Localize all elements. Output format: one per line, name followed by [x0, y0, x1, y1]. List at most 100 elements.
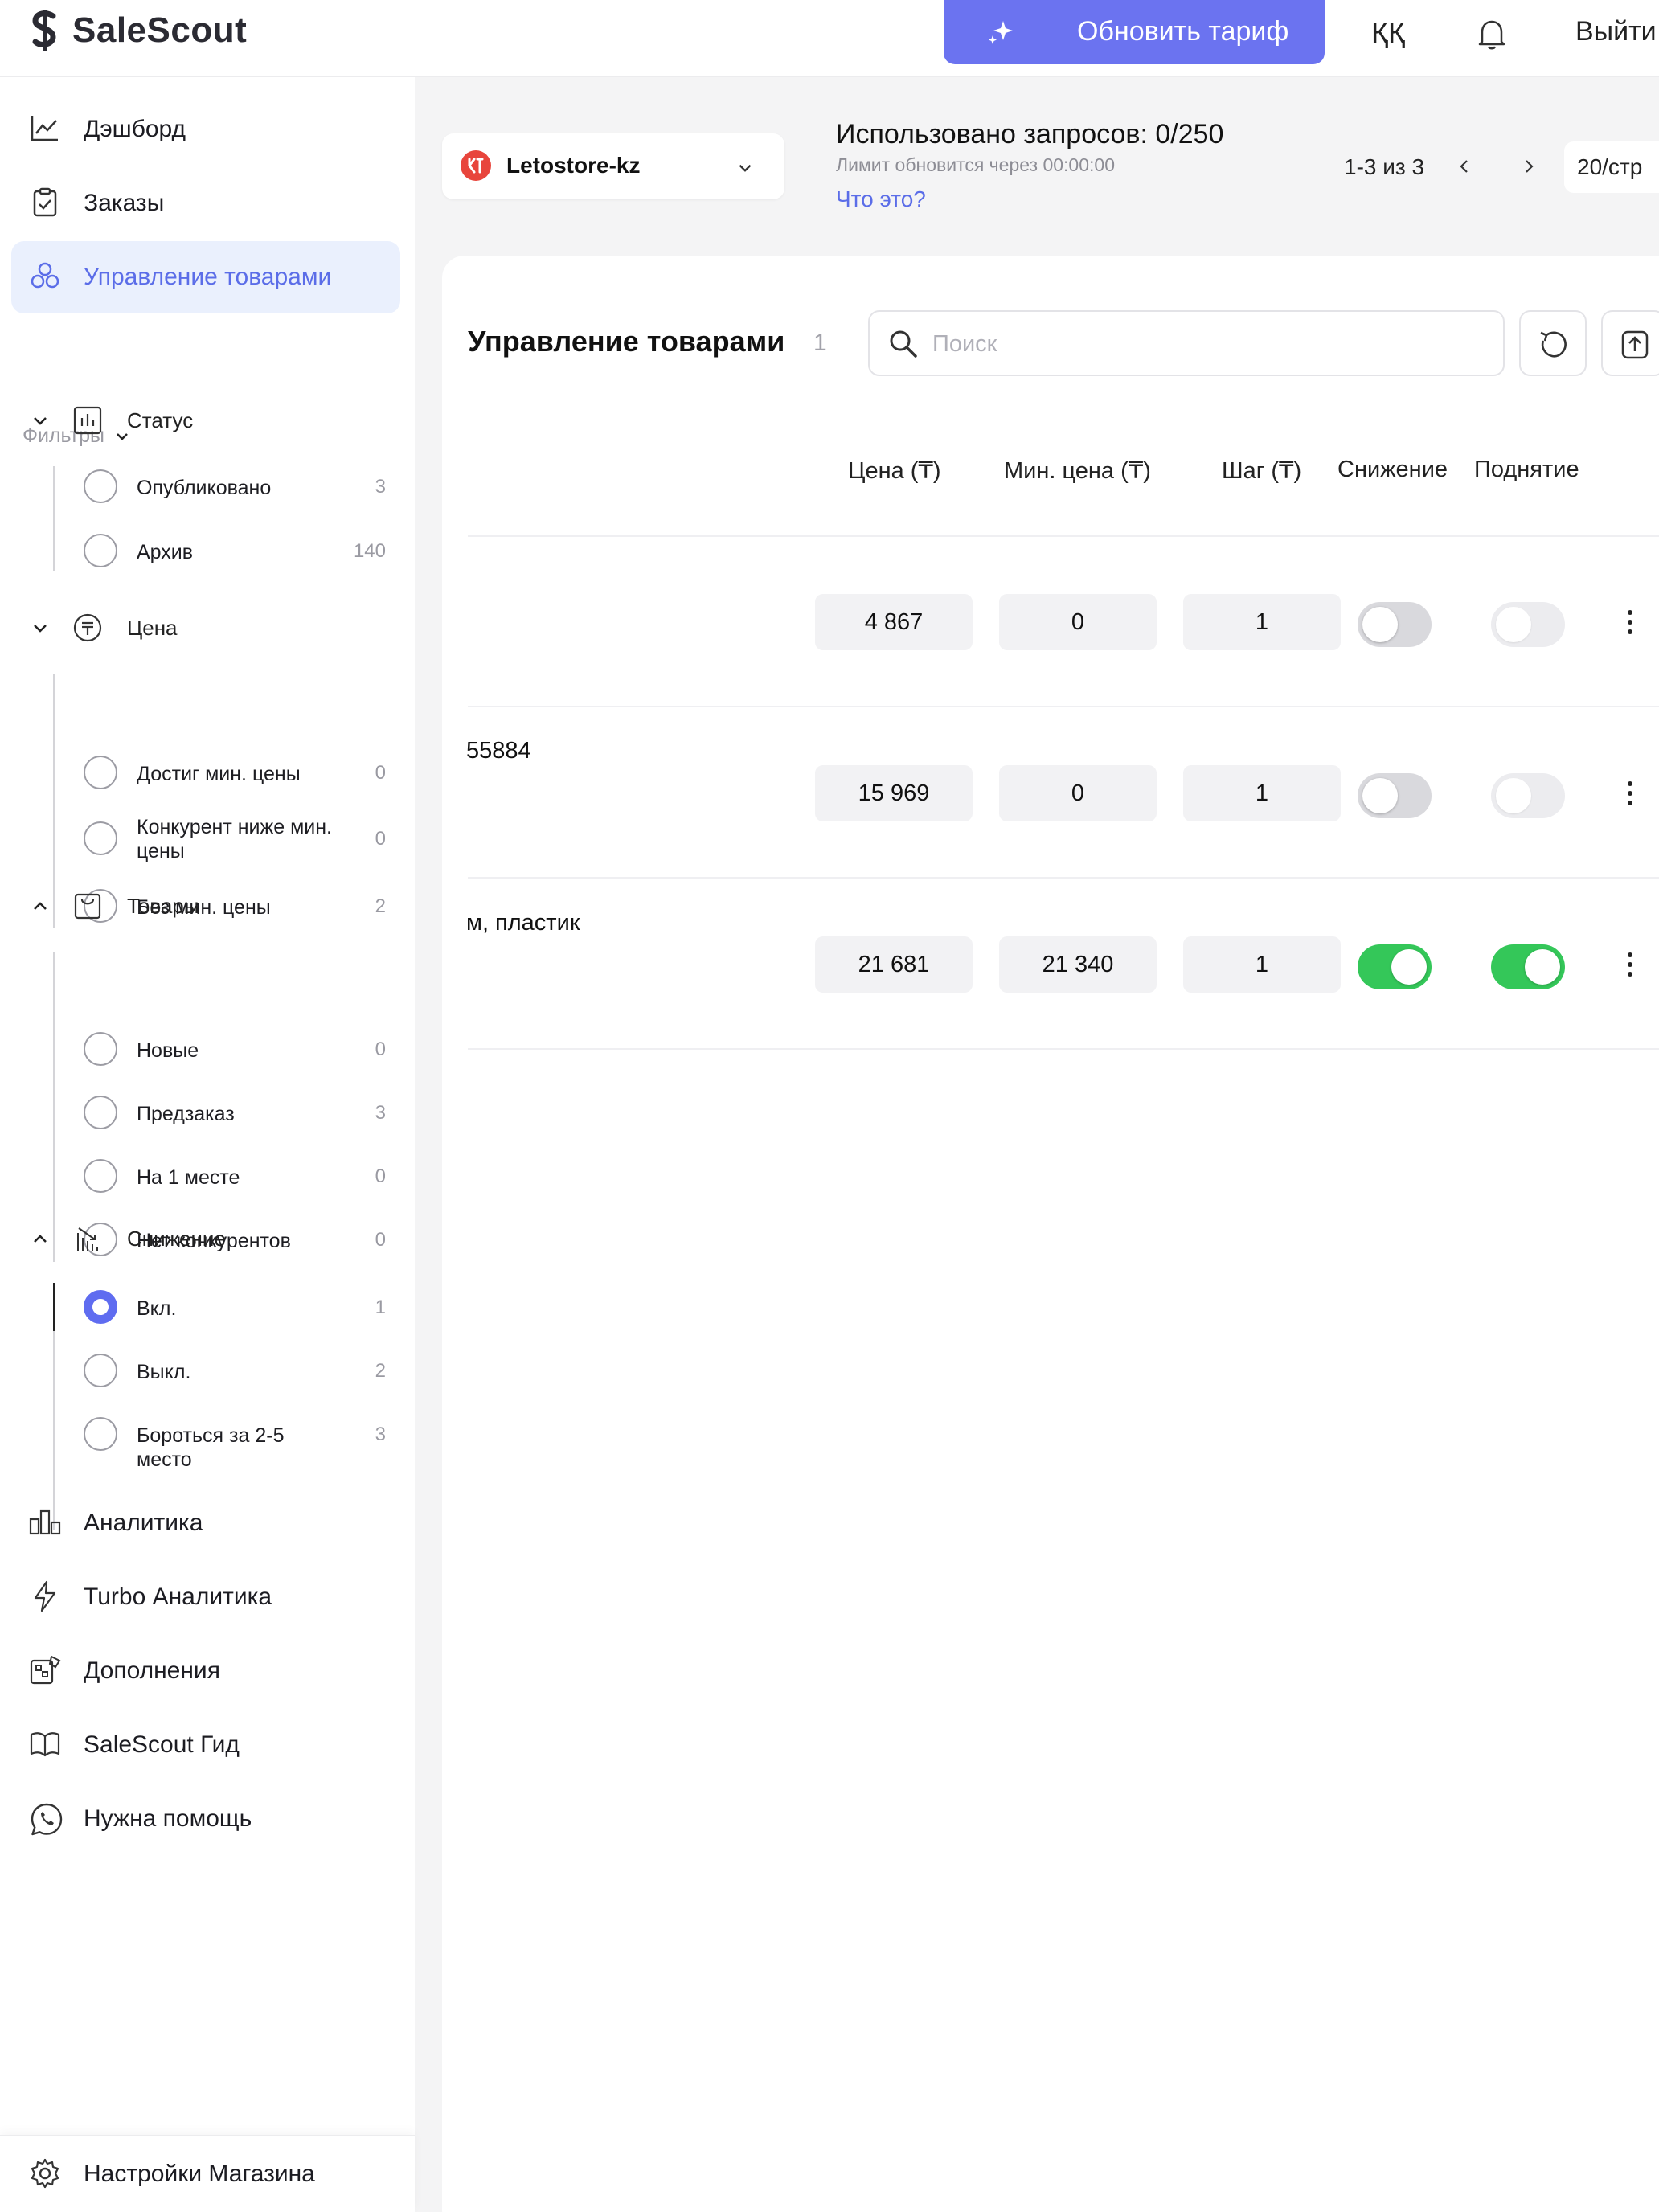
search-box[interactable] — [868, 310, 1505, 376]
status-icon — [73, 406, 102, 435]
radio-button[interactable] — [84, 821, 117, 855]
column-header-decrease[interactable]: Снижение — [1337, 457, 1448, 483]
price-field[interactable]: 4 867 — [815, 594, 973, 650]
whatsapp-icon — [31, 1803, 63, 1836]
store-selector[interactable]: Letostore-kz — [442, 133, 784, 199]
price-field[interactable]: 21 681 — [815, 936, 973, 993]
export-button[interactable] — [1601, 310, 1659, 376]
upgrade-plan-button[interactable]: Обновить тариф — [944, 0, 1325, 64]
min-price-field[interactable]: 21 340 — [999, 936, 1157, 993]
language-switch[interactable]: ҚҚ — [1371, 16, 1405, 50]
filter-option[interactable]: Архив 140 — [84, 527, 389, 576]
filter-option-selected[interactable]: Вкл. 1 — [84, 1284, 389, 1332]
bell-icon[interactable] — [1476, 16, 1508, 51]
search-input[interactable] — [932, 326, 1479, 362]
filter-option[interactable]: Конкурент ниже мин. цены 0 — [84, 815, 389, 863]
sidebar-item-guide[interactable]: SaleScout Гид — [11, 1709, 400, 1781]
increase-toggle[interactable] — [1491, 944, 1565, 989]
chevron-down-icon — [739, 164, 752, 172]
addons-icon — [30, 1655, 61, 1685]
logout-button[interactable]: Выйти — [1575, 16, 1657, 47]
filter-option[interactable]: Новые 0 — [84, 1026, 389, 1074]
sidebar-item-turbo-analytics[interactable]: Turbo Аналитика — [11, 1561, 400, 1633]
radio-button[interactable] — [84, 1417, 117, 1451]
radio-button[interactable] — [84, 1354, 117, 1387]
radio-button[interactable] — [84, 1159, 117, 1193]
radio-button[interactable] — [84, 1032, 117, 1066]
decrease-toggle[interactable] — [1358, 944, 1432, 989]
price-field[interactable]: 15 969 — [815, 765, 973, 821]
column-header-min-price[interactable]: Мин. цена (₸) — [1004, 457, 1151, 485]
more-options-icon[interactable] — [1622, 950, 1638, 979]
increase-toggle[interactable] — [1491, 773, 1565, 818]
logo[interactable]: SaleScout — [29, 6, 247, 55]
decrease-toggle[interactable] — [1358, 773, 1432, 818]
page-size-select[interactable]: 20/стр — [1564, 141, 1659, 193]
step-field[interactable]: 1 — [1183, 936, 1341, 993]
column-header-price[interactable]: Цена (₸) — [848, 457, 941, 485]
store-settings[interactable]: Настройки Магазина — [0, 2135, 415, 2212]
increase-toggle[interactable] — [1491, 602, 1565, 647]
filter-option[interactable]: Выкл. 2 — [84, 1347, 389, 1395]
chevron-down-icon — [34, 625, 47, 633]
toggle-knob — [1525, 949, 1560, 985]
filter-group-title: Цена — [127, 616, 178, 640]
toggle-knob — [1362, 778, 1398, 813]
decrease-toggle[interactable] — [1358, 602, 1432, 647]
min-price-field[interactable]: 0 — [999, 594, 1157, 650]
sidebar-item-addons[interactable]: Дополнения — [11, 1635, 400, 1707]
sidebar-item-label: SaleScout Гид — [84, 1731, 240, 1758]
filter-option-label: Опубликовано — [137, 477, 272, 499]
divider — [468, 1048, 1659, 1050]
sidebar-item-settings[interactable]: Настройки Магазина — [11, 2138, 400, 2210]
sidebar-item-products[interactable]: Управление товарами — [11, 241, 400, 313]
divider — [468, 706, 1659, 707]
sparkle-icon — [989, 21, 1013, 44]
filter-option-label: Достиг мин. цены — [137, 763, 301, 785]
filter-option[interactable]: Бороться за 2-5 место 3 — [84, 1411, 389, 1471]
products-count: 1 — [813, 330, 827, 356]
filter-option[interactable]: Достиг мин. цены 0 — [84, 749, 389, 797]
chevron-down-icon — [34, 417, 47, 425]
radio-button[interactable] — [84, 534, 117, 567]
step-field[interactable]: 1 — [1183, 594, 1341, 650]
filter-option-count: 0 — [375, 762, 386, 784]
filter-option[interactable]: Опубликовано 3 — [84, 463, 389, 511]
filter-option-label: Предзаказ — [137, 1103, 235, 1125]
radio-button[interactable] — [84, 756, 117, 789]
filter-option[interactable]: Предзаказ 3 — [84, 1089, 389, 1137]
sidebar-item-label: Настройки Магазина — [84, 2161, 315, 2187]
upgrade-plan-label: Обновить тариф — [1077, 16, 1289, 47]
divider — [53, 674, 55, 928]
radio-button[interactable] — [84, 1096, 117, 1129]
min-price-field[interactable]: 0 — [999, 765, 1157, 821]
refresh-button[interactable] — [1519, 310, 1587, 376]
filter-option-count: 1 — [375, 1296, 386, 1318]
filter-option-count: 140 — [353, 540, 386, 562]
radio-button[interactable] — [84, 469, 117, 503]
filter-group-title: Статус — [127, 408, 194, 432]
step-field[interactable]: 1 — [1183, 765, 1341, 821]
filter-group-title: Товары — [127, 894, 199, 918]
filter-option-count: 3 — [375, 1423, 386, 1445]
more-options-icon[interactable] — [1622, 608, 1638, 637]
sidebar-item-help[interactable]: Нужна помощь — [11, 1783, 400, 1855]
logo-text: SaleScout — [72, 10, 248, 50]
filter-option[interactable]: На 1 месте 0 — [84, 1153, 389, 1201]
chevron-left-icon[interactable] — [1455, 156, 1474, 177]
clipboard-icon — [33, 187, 57, 217]
sidebar-item-label: Дополнения — [84, 1657, 220, 1684]
sidebar-item-dashboard[interactable]: Дэшборд — [11, 93, 400, 166]
filter-option-count: 0 — [375, 1165, 386, 1187]
salescout-logo-icon — [32, 10, 56, 51]
column-header-step[interactable]: Шаг (₸) — [1222, 457, 1301, 485]
filter-option-count: 0 — [375, 1038, 386, 1060]
radio-button-checked[interactable] — [84, 1290, 117, 1324]
column-header-increase[interactable]: Поднятие — [1474, 457, 1579, 483]
more-options-icon[interactable] — [1622, 779, 1638, 808]
sidebar-item-analytics[interactable]: Аналитика — [11, 1487, 400, 1559]
page-size-label: 20/стр — [1577, 154, 1643, 179]
chevron-right-icon[interactable] — [1519, 156, 1538, 177]
help-link[interactable]: Что это? — [836, 186, 926, 212]
sidebar-item-orders[interactable]: Заказы — [11, 167, 400, 240]
